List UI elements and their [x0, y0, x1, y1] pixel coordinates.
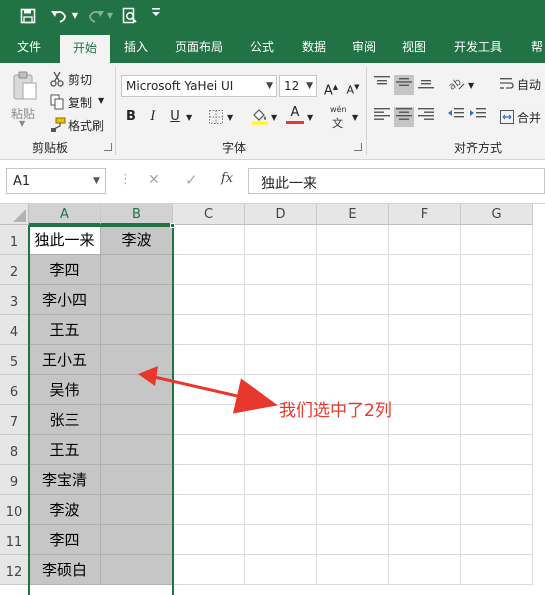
annotation-arrow	[149, 374, 278, 414]
annotation-overlay	[138, 366, 278, 414]
annotation-text: 我们选中了2列	[279, 401, 392, 421]
annotation-arrowhead	[138, 366, 158, 386]
